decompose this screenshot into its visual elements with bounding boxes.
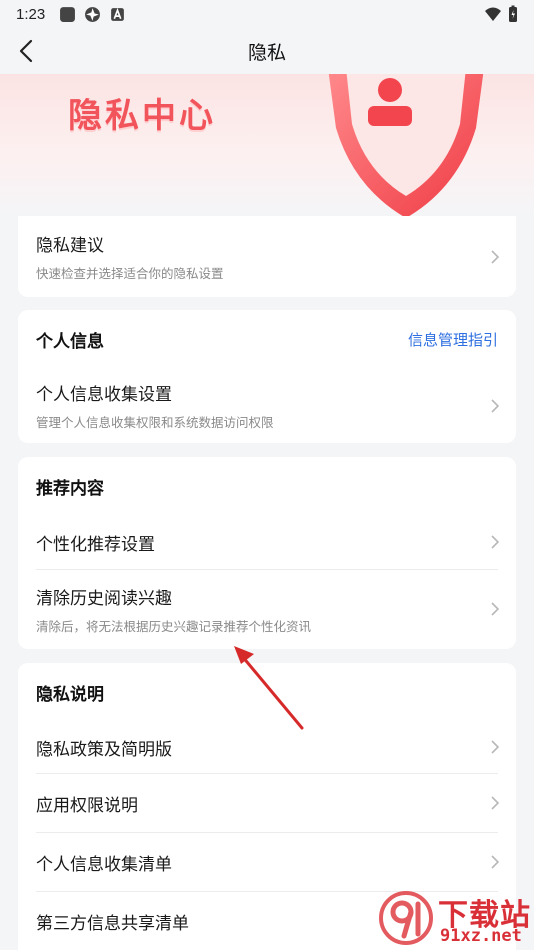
clear-reading-interest-row[interactable]: 清除历史阅读兴趣 清除后，将无法根据历史兴趣记录推荐个性化资讯 [18, 570, 516, 648]
status-time: 1:23 [16, 5, 46, 23]
battery-icon [509, 5, 517, 22]
privacy-center-banner: 隐私中心 [0, 74, 534, 216]
recommend-section-title: 推荐内容 [36, 478, 104, 498]
privacy-suggestion-title: 隐私建议 [36, 236, 104, 255]
personal-info-card: 个人信息 信息管理指引 个人信息收集设置 管理个人信息收集权限和系统数据访问权限 [18, 310, 516, 443]
wifi-icon [485, 7, 501, 21]
watermark: 下载站 91xz.net [378, 888, 534, 950]
banner-title: 隐私中心 [68, 96, 216, 136]
privacy-notes-section-title: 隐私说明 [36, 684, 104, 704]
chevron-right-icon [491, 535, 500, 549]
title-bar: 隐私 [0, 28, 534, 74]
annotation-arrow-icon [234, 646, 304, 730]
privacy-suggestion-card: 隐私建议 快速检查并选择适合你的隐私设置 [18, 216, 516, 297]
app-square-icon [60, 6, 76, 22]
page-title: 隐私 [247, 42, 286, 64]
privacy-suggestion-subtitle: 快速检查并选择适合你的隐私设置 [36, 267, 224, 281]
recommend-header: 推荐内容 [18, 457, 516, 515]
chevron-right-icon [491, 796, 500, 810]
recommend-card: 推荐内容 个性化推荐设置 清除历史阅读兴趣 清除后，将无法根据历史兴趣记录推荐个… [18, 457, 516, 649]
row-title: 个人信息收集清单 [36, 854, 172, 874]
row-subtitle: 清除后，将无法根据历史兴趣记录推荐个性化资讯 [36, 619, 312, 634]
aperture-icon [85, 6, 101, 22]
chevron-right-icon [491, 249, 500, 264]
personal-info-list-row[interactable]: 个人信息收集清单 [18, 833, 516, 891]
personal-info-collection-row[interactable]: 个人信息收集设置 管理个人信息收集权限和系统数据访问权限 [18, 368, 516, 443]
privacy-suggestion-row[interactable]: 隐私建议 快速检查并选择适合你的隐私设置 [18, 216, 516, 297]
chevron-right-icon [491, 855, 500, 869]
personalized-recommend-row[interactable]: 个性化推荐设置 [18, 515, 516, 569]
status-right [484, 5, 518, 23]
a-badge-icon [111, 7, 125, 21]
row-subtitle: 管理个人信息收集权限和系统数据访问权限 [36, 416, 274, 430]
app-permission-row[interactable]: 应用权限说明 [18, 774, 516, 832]
row-title: 应用权限说明 [36, 795, 138, 815]
status-bar: 1:23 [0, 0, 534, 28]
personal-info-header: 个人信息 信息管理指引 [18, 310, 516, 368]
chevron-right-icon [491, 398, 500, 413]
row-title: 清除历史阅读兴趣 [36, 588, 172, 608]
info-management-guide-link[interactable]: 信息管理指引 [408, 329, 498, 350]
back-arrow-icon[interactable] [14, 38, 40, 64]
chevron-right-icon [491, 602, 500, 616]
row-title: 个性化推荐设置 [36, 534, 155, 554]
row-title: 隐私政策及简明版 [36, 739, 172, 759]
chevron-right-icon [491, 740, 500, 754]
watermark-domain: 91xz.net [440, 926, 522, 946]
row-title: 个人信息收集设置 [36, 385, 172, 404]
personal-info-section-title: 个人信息 [36, 331, 104, 351]
shield-illustration-icon [328, 74, 484, 216]
site-logo-icon [379, 891, 433, 945]
